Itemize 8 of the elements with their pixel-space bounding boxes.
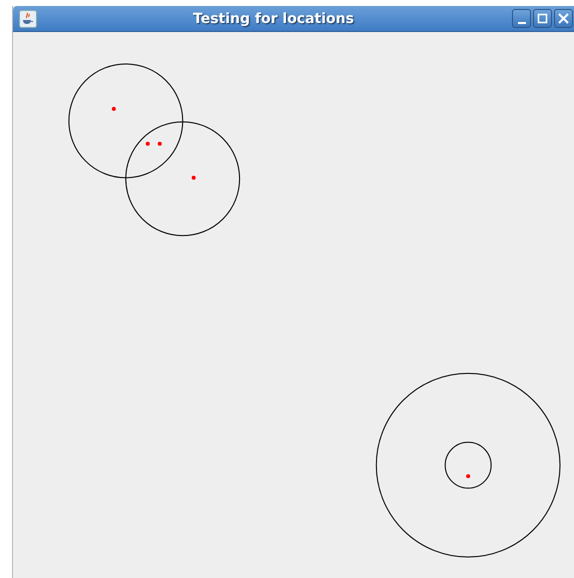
close-icon — [558, 13, 569, 24]
maximize-icon — [537, 13, 548, 24]
minimize-icon — [518, 22, 526, 24]
java-cup-icon — [19, 10, 37, 28]
close-button[interactable] — [554, 9, 573, 28]
maximize-button[interactable] — [533, 9, 552, 28]
window-title: Testing for locations — [192, 10, 355, 26]
minimize-button[interactable] — [512, 9, 531, 28]
